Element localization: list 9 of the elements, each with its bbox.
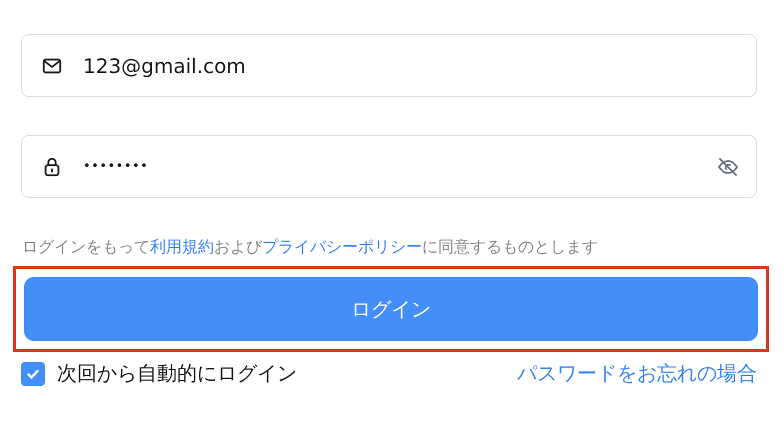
login-button[interactable]: ログイン	[24, 277, 758, 341]
password-field[interactable]: ••••••••	[21, 135, 757, 198]
checkbox[interactable]	[21, 362, 45, 386]
terms-link[interactable]: プライバシーポリシー	[262, 237, 422, 256]
forgot-password-link[interactable]: パスワードをお忘れの場合	[517, 360, 757, 387]
terms-link[interactable]: 利用規約	[150, 237, 214, 256]
terms-agreement-text: ログインをもって利用規約およびプライバシーポリシーに同意するものとします	[22, 236, 599, 258]
email-field[interactable]: 123@gmail.com	[21, 34, 757, 97]
remember-me-checkbox[interactable]: 次回から自動的にログイン	[21, 360, 297, 387]
